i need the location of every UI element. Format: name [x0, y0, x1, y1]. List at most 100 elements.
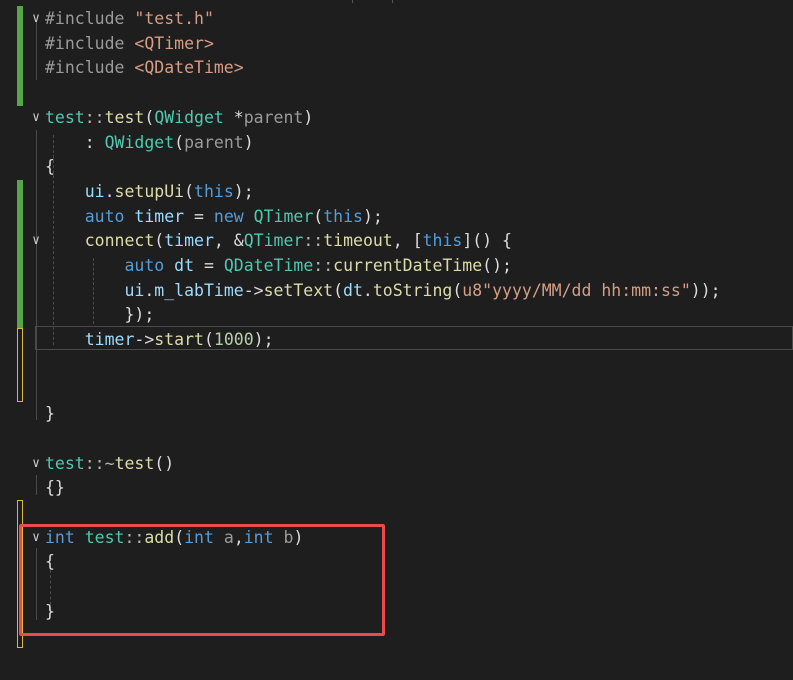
scroll-tick	[392, 0, 393, 3]
code-text: : QWidget(parent)	[45, 131, 254, 156]
code-token: QDateTime	[223, 256, 314, 275]
code-token: dt	[164, 256, 195, 275]
code-line[interactable]: ui.m_labTime->setText(dt.toString(u8"yyy…	[0, 279, 793, 304]
code-line[interactable]: #include <QTimer>	[0, 32, 793, 57]
code-line[interactable]: timer->start(1000);	[0, 328, 793, 353]
code-token: timeout	[323, 231, 393, 251]
code-token: QTimer	[243, 231, 304, 251]
code-line[interactable]	[0, 427, 793, 452]
code-token: #include	[45, 33, 135, 53]
code-editor[interactable]: #include "test.h"#include <QTimer>#inclu…	[0, 0, 793, 680]
fold-toggle-icon[interactable]	[29, 229, 43, 254]
code-token: ::	[313, 256, 334, 275]
code-text: });	[45, 303, 154, 328]
code-line[interactable]	[0, 378, 793, 403]
code-token: test	[45, 453, 85, 473]
code-line[interactable]: });	[0, 303, 793, 328]
code-token: {}	[45, 478, 65, 498]
code-token: <QTimer>	[134, 33, 214, 53]
code-line[interactable]: auto timer = new QTimer(this);	[0, 205, 793, 230]
code-text: #include "test.h"	[45, 7, 214, 32]
code-line[interactable]: #include "test.h"	[0, 7, 793, 32]
code-line[interactable]	[0, 501, 793, 526]
code-token: ->	[134, 330, 155, 350]
code-text: {}	[45, 476, 65, 501]
code-token: (	[452, 280, 463, 300]
code-token: ui	[45, 280, 145, 300]
code-token: );	[253, 330, 274, 350]
code-token: timer	[164, 231, 214, 251]
code-line[interactable]: connect(timer, &QTimer::timeout, [this](…	[0, 229, 793, 254]
code-token: .	[362, 280, 373, 300]
code-token: 1000	[213, 330, 254, 350]
code-token: auto	[84, 206, 125, 226]
code-line[interactable]: }	[0, 402, 793, 427]
code-text: timer->start(1000);	[45, 328, 274, 353]
code-token: new	[213, 206, 244, 226]
code-line[interactable]: ui.setupUi(this);	[0, 180, 793, 205]
code-text: auto dt = QDateTime::currentDateTime();	[45, 254, 511, 279]
code-text: ui.m_labTime->setText(dt.toString(u8"yyy…	[45, 279, 721, 304]
code-token: QWidget	[104, 132, 175, 152]
code-token: toString	[372, 280, 453, 300]
code-token: (	[184, 181, 195, 201]
code-token: setupUi	[114, 181, 185, 201]
code-line[interactable]	[0, 353, 793, 378]
code-line[interactable]: test::~test()	[0, 452, 793, 477]
code-token: this	[194, 181, 234, 201]
code-text: }	[45, 402, 55, 427]
code-token: test	[45, 107, 85, 127]
code-token: ::	[84, 107, 105, 127]
code-text: test::~test()	[45, 452, 174, 477]
code-line[interactable]: auto dt = QDateTime::currentDateTime();	[0, 254, 793, 279]
code-token: ::~	[84, 453, 115, 473]
code-line[interactable]: {	[0, 155, 793, 180]
code-text: test::test(QWidget *parent)	[45, 106, 313, 131]
code-token: (	[203, 330, 214, 350]
code-line[interactable]: #include <QDateTime>	[0, 56, 793, 81]
code-token: }	[45, 404, 55, 424]
code-token: =	[194, 256, 224, 275]
code-token: auto	[124, 256, 165, 275]
code-token: ]() {	[462, 231, 512, 251]
code-line[interactable]: : QWidget(parent)	[0, 131, 793, 156]
code-line[interactable]: {}	[0, 476, 793, 501]
code-token: ));	[690, 280, 721, 300]
code-text: #include <QDateTime>	[45, 56, 244, 81]
code-token: timer	[124, 206, 185, 226]
code-token: );	[362, 206, 383, 226]
code-token: ()	[154, 453, 175, 473]
code-token: m_labTime	[154, 280, 244, 300]
code-token: *	[223, 107, 244, 127]
code-text: connect(timer, &QTimer::timeout, [this](…	[45, 229, 512, 254]
code-token: start	[154, 330, 204, 350]
highlight-annotation-box	[19, 524, 385, 636]
code-token: QTimer	[253, 206, 314, 226]
code-token: dt	[343, 280, 363, 300]
code-text: ui.setupUi(this);	[45, 180, 254, 205]
code-token: (	[333, 280, 344, 300]
code-token: });	[45, 305, 155, 325]
code-line[interactable]	[0, 81, 793, 106]
code-token: test	[104, 107, 145, 127]
code-token: #include	[45, 9, 135, 28]
code-token: ui	[45, 181, 105, 201]
code-token: (	[174, 132, 185, 152]
code-token: "test.h"	[134, 9, 214, 28]
code-token: (	[144, 107, 155, 127]
fold-toggle-icon[interactable]	[29, 7, 43, 32]
code-token: QWidget	[154, 107, 224, 127]
code-token: (	[313, 206, 324, 226]
fold-toggle-icon[interactable]	[29, 106, 43, 131]
code-line[interactable]: test::test(QWidget *parent)	[0, 106, 793, 131]
code-token: u8"yyyy/MM/dd hh:mm:ss"	[462, 280, 691, 300]
code-token: )	[243, 132, 254, 152]
code-token: .	[144, 280, 155, 300]
fold-toggle-icon[interactable]	[29, 452, 43, 477]
code-token: #include	[45, 58, 135, 78]
code-token: .	[104, 181, 115, 201]
code-text: auto timer = new QTimer(this);	[45, 205, 383, 230]
